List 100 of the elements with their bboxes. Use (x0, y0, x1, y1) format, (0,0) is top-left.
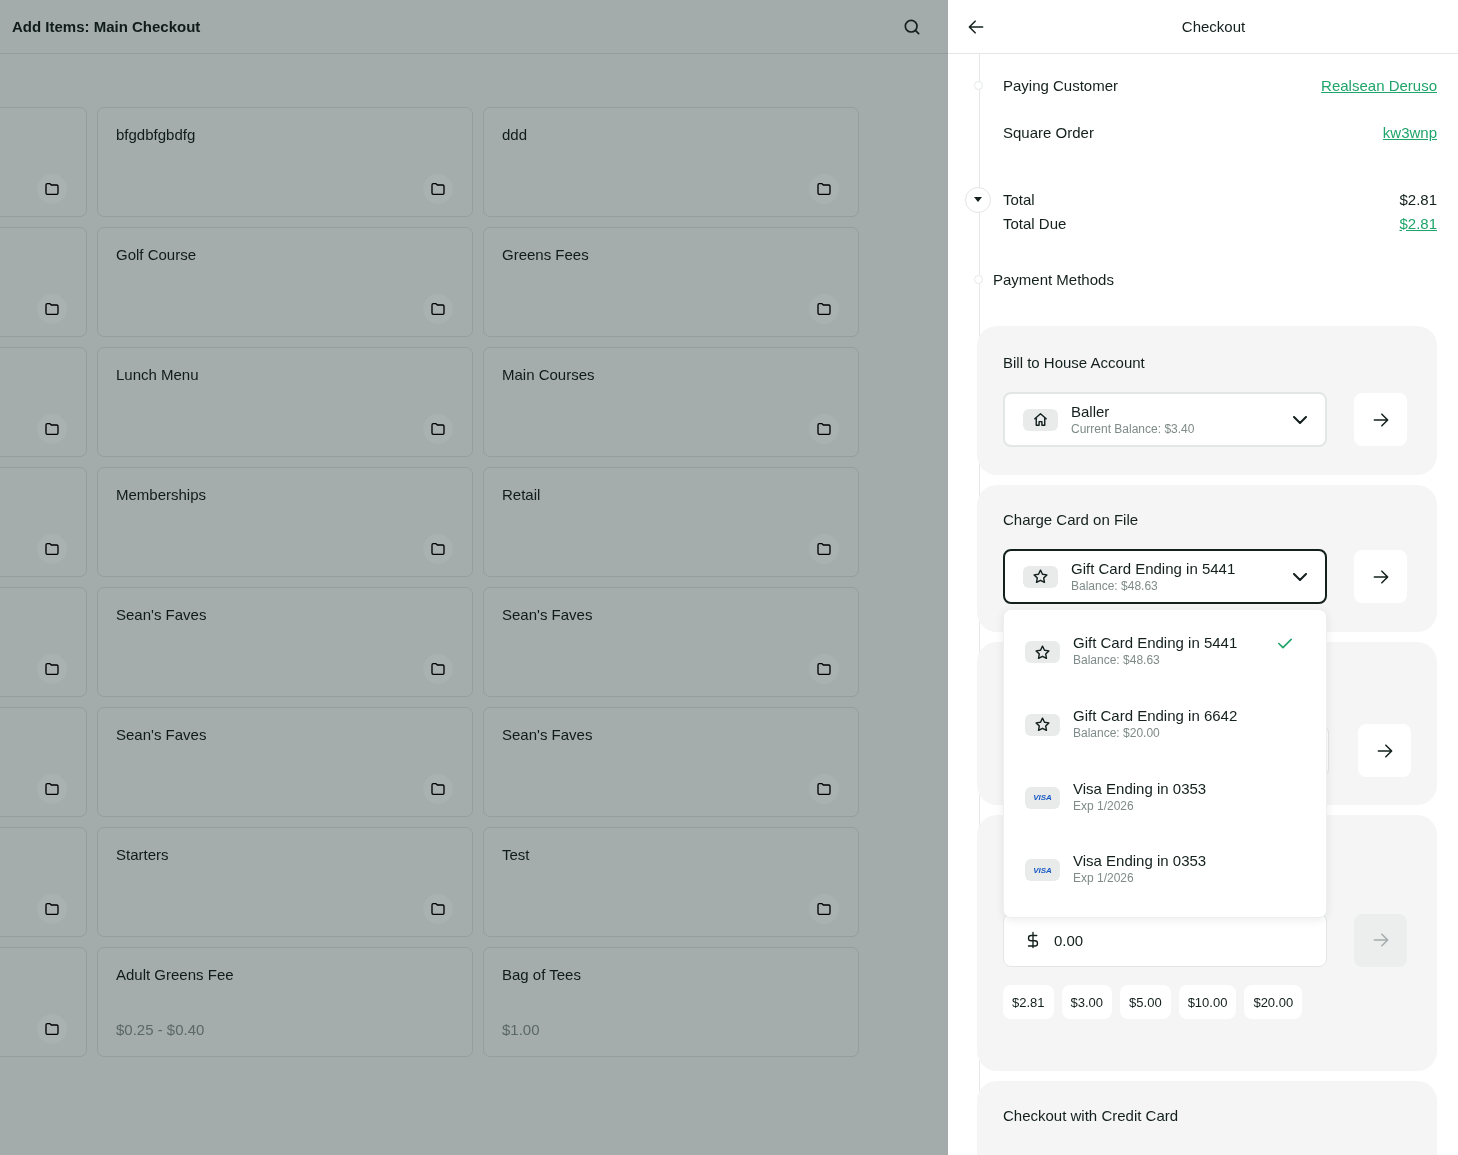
chevron-down-icon (1293, 572, 1307, 581)
folder-button[interactable] (809, 174, 839, 204)
select-value: Gift Card Ending in 5441 (1071, 559, 1237, 578)
quick-amount-button[interactable]: $20.00 (1244, 985, 1303, 1019)
tile-label: Main Courses (502, 366, 596, 383)
category-tile[interactable]: Main Courses (483, 347, 859, 457)
option-name: Gift Card Ending in 6642 (1073, 705, 1239, 725)
folder-button[interactable] (37, 174, 67, 204)
dropdown-option[interactable]: Gift Card Ending in 5441 Balance: $48.63 (1025, 626, 1304, 699)
tile-label: Adult Greens Fee (116, 966, 235, 983)
dropdown-option[interactable]: Gift Card Ending in 6642 Balance: $20.00 (1025, 698, 1304, 772)
total-label: Total (1003, 190, 1035, 208)
folder-button[interactable] (423, 654, 453, 684)
quick-amount-button[interactable]: $10.00 (1178, 985, 1237, 1019)
card-select[interactable]: Gift Card Ending in 5441 Balance: $48.63 (1003, 549, 1327, 604)
folder-icon (430, 541, 446, 557)
dropdown-option[interactable]: VISA Visa Ending in 0353 Exp 1/2026 (1025, 771, 1304, 845)
folder-button[interactable] (809, 414, 839, 444)
category-tile[interactable]: ddd (483, 107, 859, 217)
folder-button[interactable] (423, 414, 453, 444)
card-brand-logo: VISA (1033, 865, 1052, 875)
category-tile[interactable]: Starters (97, 827, 473, 937)
folder-button[interactable] (37, 774, 67, 804)
folder-button[interactable] (37, 1014, 67, 1044)
folder-icon (816, 901, 832, 917)
folder-button[interactable] (37, 414, 67, 444)
folder-button[interactable] (809, 774, 839, 804)
tile-label: Test (502, 846, 531, 863)
folder-button[interactable] (423, 174, 453, 204)
tile-label: Sean's Faves (502, 606, 594, 623)
amount-value: 0.00 (1054, 931, 1084, 949)
folder-icon (44, 181, 60, 197)
folder-icon (44, 301, 60, 317)
folder-icon (430, 181, 446, 197)
total-value: $2.81 (1399, 190, 1437, 208)
category-tile[interactable]: bfgdbfgbdfg (97, 107, 473, 217)
folder-icon (44, 661, 60, 677)
category-tile[interactable]: Sean's Faves (97, 587, 473, 697)
folder-button[interactable] (423, 774, 453, 804)
folder-button[interactable] (809, 534, 839, 564)
category-tile[interactable]: Greens Fees (483, 227, 859, 337)
folder-icon (430, 301, 446, 317)
folder-icon (44, 901, 60, 917)
quick-amount-button[interactable]: $2.81 (1003, 985, 1054, 1019)
card-title: Charge Card on File (1003, 510, 1140, 530)
option-name: Visa Ending in 0353 (1073, 778, 1208, 798)
item-tile[interactable]: Adult Greens Fee $0.25 - $0.40 (97, 947, 473, 1057)
tile-label: Lunch Menu (116, 366, 200, 383)
folder-button[interactable] (809, 654, 839, 684)
select-subtext: Balance: $48.63 (1071, 578, 1159, 594)
folder-icon (816, 661, 832, 677)
quick-amount-button[interactable]: $3.00 (1061, 985, 1113, 1019)
category-tile[interactable]: Lunch Menu (97, 347, 473, 457)
account-select[interactable]: Baller Current Balance: $3.40 (1003, 392, 1327, 447)
tile-label: Golf Course (116, 246, 198, 263)
folder-icon (430, 901, 446, 917)
category-tile[interactable]: Sean's Faves (483, 587, 859, 697)
section-label: Payment Methods (993, 270, 1114, 288)
folder-icon (44, 1021, 60, 1037)
folder-button[interactable] (423, 894, 453, 924)
folder-button[interactable] (809, 894, 839, 924)
option-name: Visa Ending in 0353 (1073, 851, 1208, 871)
tile-label: Memberships (116, 486, 208, 503)
option-subtext: Balance: $20.00 (1073, 724, 1161, 741)
folder-button[interactable] (809, 294, 839, 324)
category-tile[interactable]: Sean's Faves (483, 707, 859, 817)
select-value: Baller (1071, 402, 1111, 421)
panel-title: Checkout (1180, 18, 1247, 35)
tile-label: Retail (502, 486, 542, 503)
category-tile[interactable]: Retail (483, 467, 859, 577)
select-subtext: Current Balance: $3.40 (1071, 421, 1196, 437)
item-tile[interactable]: Bag of Tees $1.00 (483, 947, 859, 1057)
category-tile[interactable]: Test (483, 827, 859, 937)
tile-label: Sean's Faves (116, 726, 208, 743)
category-tile[interactable]: Golf Course (97, 227, 473, 337)
tile-label: Sean's Faves (502, 726, 594, 743)
folder-button[interactable] (37, 294, 67, 324)
folder-icon (430, 661, 446, 677)
folder-button[interactable] (423, 294, 453, 324)
tile-label: Sean's Faves (116, 606, 208, 623)
category-tile[interactable]: Sean's Faves (97, 707, 473, 817)
star-icon (1032, 568, 1049, 585)
detail-label: Square Order (1003, 123, 1094, 141)
option-subtext: Exp 1/2026 (1073, 797, 1135, 814)
folder-button[interactable] (37, 654, 67, 684)
folder-button[interactable] (423, 534, 453, 564)
collapse-toggle[interactable] (965, 187, 991, 213)
category-tile[interactable]: Memberships (97, 467, 473, 577)
folder-button[interactable] (37, 894, 67, 924)
star-icon (1034, 643, 1051, 661)
folder-button[interactable] (37, 534, 67, 564)
folder-icon (44, 541, 60, 557)
tile-price: $1.00 (502, 1021, 541, 1038)
folder-icon (816, 181, 832, 197)
tile-label: Bag of Tees (502, 966, 582, 983)
folder-icon (816, 541, 832, 557)
folder-icon (816, 781, 832, 797)
tile-label: Starters (116, 846, 170, 863)
quick-amount-button[interactable]: $5.00 (1120, 985, 1171, 1019)
card-brand-logo: VISA (1033, 793, 1052, 802)
